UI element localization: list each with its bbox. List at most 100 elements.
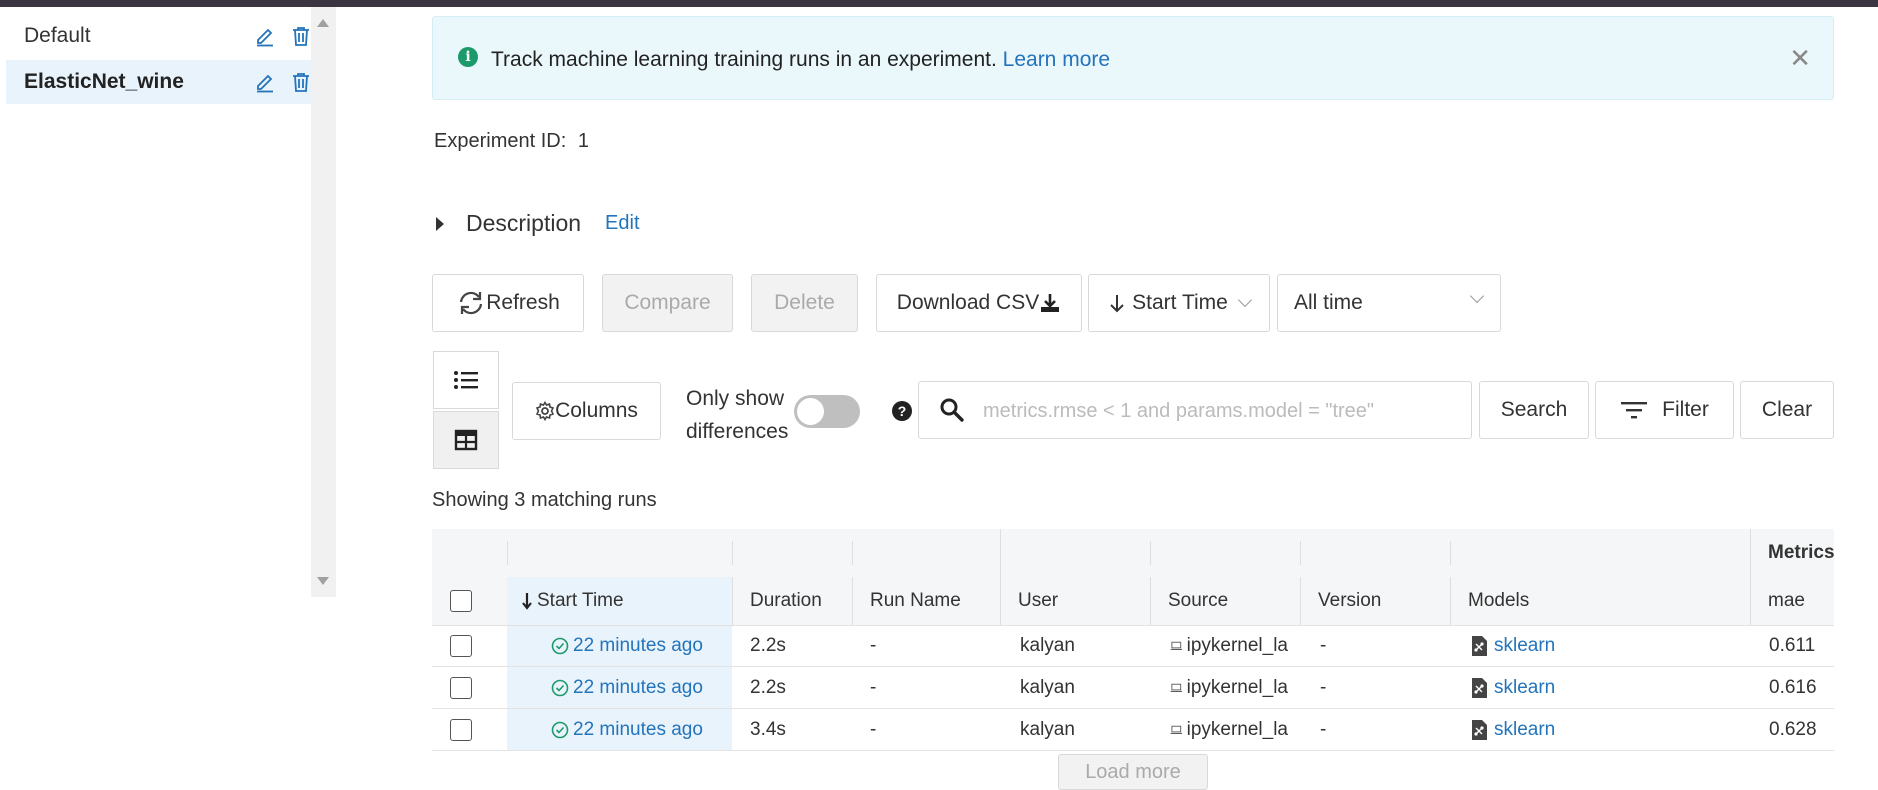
experiment-name[interactable]: ElasticNet_wine	[24, 70, 184, 94]
column-header-models[interactable]: Models	[1450, 577, 1529, 625]
edit-icon[interactable]	[252, 23, 278, 49]
refresh-button[interactable]: Refresh	[432, 274, 584, 332]
delete-label: Delete	[774, 291, 835, 314]
success-check-icon	[551, 721, 569, 739]
experiment-id-label: Experiment ID:	[434, 130, 567, 152]
metrics-group-header: Metrics	[1768, 542, 1835, 563]
run-name-cell: -	[870, 719, 877, 740]
source-text: ipykernel_la	[1186, 635, 1288, 656]
columns-label: Columns	[555, 399, 638, 422]
run-link[interactable]: 22 minutes ago	[573, 719, 703, 741]
table-row: 22 minutes ago 2.2s - kalyan ipykernel_l…	[432, 667, 1834, 709]
version-cell: -	[1320, 677, 1327, 698]
filter-button[interactable]: Filter	[1595, 381, 1734, 439]
caret-right-icon[interactable]	[436, 216, 444, 231]
mae-cell: 0.611	[1769, 635, 1816, 656]
help-icon[interactable]: ?	[892, 401, 912, 421]
experiment-id: Experiment ID: 1	[434, 130, 589, 153]
experiment-item-default[interactable]: Default	[6, 14, 311, 58]
row-checkbox[interactable]	[450, 719, 472, 741]
learn-more-link[interactable]: Learn more	[1003, 48, 1110, 71]
matching-runs-count: Showing 3 matching runs	[432, 489, 657, 511]
experiment-item-elasticnet-wine[interactable]: ElasticNet_wine	[6, 60, 311, 104]
start-time-cell[interactable]: 22 minutes ago	[551, 625, 703, 667]
runs-table: Metrics Start Time Duration Run Name Use…	[432, 529, 1835, 751]
model-link[interactable]: sklearn	[1494, 635, 1555, 657]
mae-cell: 0.628	[1769, 719, 1817, 740]
table-row: 22 minutes ago 2.2s - kalyan ipykernel_l…	[432, 625, 1834, 667]
sidebar-scrollbar[interactable]	[311, 7, 336, 597]
search-input[interactable]	[981, 396, 1455, 426]
select-all-checkbox[interactable]	[450, 590, 472, 612]
arrow-down-icon	[1110, 295, 1124, 313]
column-header-start-time[interactable]: Start Time	[507, 577, 732, 625]
table-view-button[interactable]	[433, 411, 499, 469]
sort-descending-icon	[522, 593, 532, 610]
experiment-id-value: 1	[577, 130, 589, 152]
description-label[interactable]: Description	[466, 210, 581, 237]
refresh-label: Refresh	[486, 291, 560, 314]
table-group-header: Metrics	[432, 529, 1835, 577]
scroll-down-arrow-icon[interactable]	[317, 577, 329, 585]
column-header-user[interactable]: User	[1000, 577, 1058, 625]
duration-cell: 2.2s	[750, 635, 786, 656]
row-checkbox[interactable]	[450, 677, 472, 699]
model-icon	[1472, 720, 1487, 740]
models-cell: sklearn	[1470, 667, 1555, 709]
column-header-run-name[interactable]: Run Name	[852, 577, 961, 625]
info-banner: i Track machine learning training runs i…	[432, 16, 1834, 100]
run-name-cell: -	[870, 635, 877, 656]
user-cell: kalyan	[1020, 635, 1075, 656]
chevron-down-icon	[1469, 288, 1485, 304]
sort-dropdown[interactable]: Start Time	[1088, 274, 1270, 332]
version-cell: -	[1320, 719, 1327, 740]
search-button[interactable]: Search	[1479, 381, 1589, 439]
table-row: 22 minutes ago 3.4s - kalyan ipykernel_l…	[432, 709, 1834, 751]
edit-icon[interactable]	[252, 69, 278, 95]
delete-button[interactable]: Delete	[751, 274, 858, 332]
search-icon	[940, 398, 964, 422]
load-more-button[interactable]: Load more	[1058, 754, 1208, 790]
experiment-name[interactable]: Default	[24, 24, 91, 48]
toggle-knob	[797, 398, 824, 425]
clear-button[interactable]: Clear	[1740, 381, 1834, 439]
laptop-icon	[1170, 641, 1182, 650]
model-link[interactable]: sklearn	[1494, 677, 1555, 699]
column-header-mae[interactable]: mae	[1750, 577, 1805, 625]
compare-button[interactable]: Compare	[602, 274, 733, 332]
search-box[interactable]	[918, 381, 1472, 439]
source-cell: ipykernel_la	[1170, 667, 1288, 709]
row-checkbox[interactable]	[450, 635, 472, 657]
list-view-button[interactable]	[433, 351, 499, 409]
success-check-icon	[551, 679, 569, 697]
clear-label: Clear	[1761, 398, 1813, 421]
banner-message: Track machine learning training runs in …	[491, 48, 1110, 72]
time-range-dropdown[interactable]: All time	[1277, 274, 1501, 332]
columns-button[interactable]: Columns	[512, 382, 661, 440]
column-label: Start Time	[537, 590, 624, 611]
start-time-cell[interactable]: 22 minutes ago	[551, 667, 703, 709]
column-header-version[interactable]: Version	[1300, 577, 1381, 625]
experiment-sidebar: Default ElasticNet_wine	[0, 7, 336, 597]
run-link[interactable]: 22 minutes ago	[573, 635, 703, 657]
chevron-down-icon	[1237, 292, 1252, 308]
model-link[interactable]: sklearn	[1494, 719, 1555, 741]
compare-label: Compare	[624, 291, 711, 314]
close-icon[interactable]: ✕	[1789, 43, 1811, 74]
download-csv-button[interactable]: Download CSV	[876, 274, 1082, 332]
only-show-differences-toggle[interactable]	[794, 395, 860, 428]
banner-text: Track machine learning training runs in …	[491, 48, 997, 71]
user-cell: kalyan	[1020, 677, 1075, 698]
sort-label: Start Time	[1132, 291, 1228, 314]
top-bar	[0, 0, 1878, 7]
scroll-up-arrow-icon[interactable]	[317, 19, 329, 27]
run-name-cell: -	[870, 677, 877, 698]
edit-description-link[interactable]: Edit	[605, 212, 639, 235]
list-icon	[454, 371, 478, 389]
only-show-differences-label: Only show differences	[686, 382, 788, 448]
start-time-cell[interactable]: 22 minutes ago	[551, 709, 703, 751]
run-link[interactable]: 22 minutes ago	[573, 677, 703, 699]
column-header-source[interactable]: Source	[1150, 577, 1228, 625]
filter-icon	[1621, 402, 1648, 419]
column-header-duration[interactable]: Duration	[732, 577, 822, 625]
